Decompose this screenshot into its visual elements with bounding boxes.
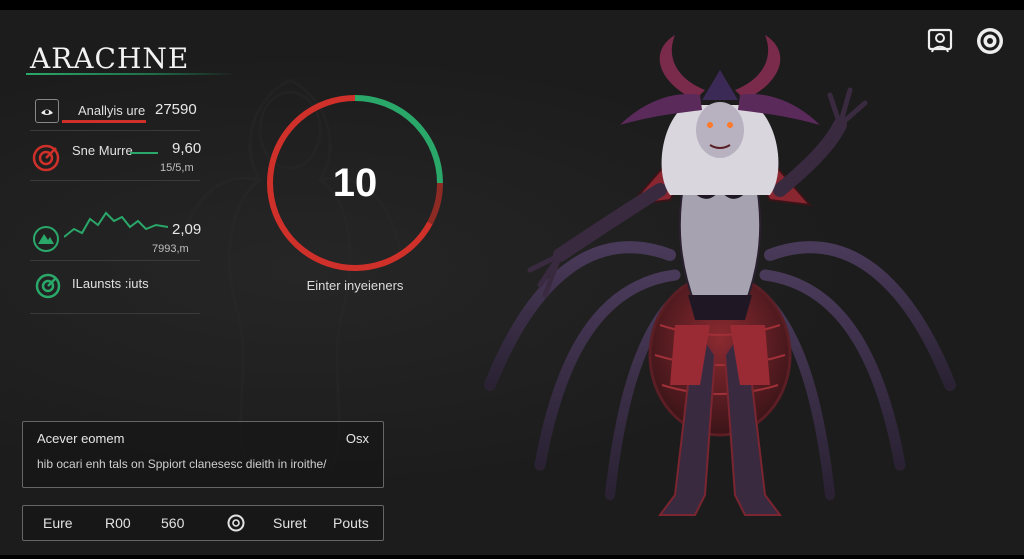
stat-label: Anallyis ure: [78, 103, 146, 118]
mountain-icon: [33, 226, 59, 252]
gauge-caption: Einter inyeieners: [306, 278, 404, 293]
top-letterbox: [0, 0, 1024, 10]
divider: [30, 260, 200, 261]
footer-item[interactable]: Suret: [273, 506, 306, 540]
description-title: Acever eomem: [37, 431, 125, 446]
stat-label: ILaunsts :iuts: [72, 276, 149, 291]
stat-label: Sne Murre: [72, 143, 133, 158]
character-name: ARACHNE: [30, 42, 190, 75]
stat-sub: 15/5,m: [160, 162, 194, 174]
footer-item[interactable]: Eure: [43, 506, 73, 540]
description-panel: Acever eomem Osx hib ocari enh tals on S…: [22, 421, 384, 488]
target-icon: [32, 144, 60, 172]
power-gauge: 10: [264, 92, 446, 274]
character-illustration: [484, 35, 956, 516]
ring-icon[interactable]: [227, 514, 245, 532]
stat-sub: 7993,m: [152, 243, 189, 255]
divider: [30, 180, 200, 181]
footer-item[interactable]: 560: [161, 506, 184, 540]
title-underline: [26, 73, 236, 75]
stat-value: 2,09: [172, 221, 202, 238]
eye-icon: [35, 99, 59, 123]
stat-value: 9,60: [172, 140, 202, 157]
divider: [30, 130, 200, 131]
description-body: hib ocari enh tals on Sppiort clanesesc …: [37, 457, 327, 471]
gauge-value: 10: [332, 161, 378, 205]
footer-bar: Eure R00 560 Suret Pouts: [22, 505, 384, 541]
divider: [30, 313, 200, 314]
stat-bar-red: [62, 120, 146, 123]
stat-bar-green: [130, 152, 158, 154]
stat-value: 27590: [155, 101, 197, 118]
sparkline: [64, 211, 168, 238]
footer-item[interactable]: R00: [105, 506, 131, 540]
description-extra: Osx: [345, 431, 369, 446]
target-icon: [35, 273, 61, 299]
footer-item[interactable]: Pouts: [333, 506, 369, 540]
target-icon[interactable]: [975, 26, 1005, 56]
bottom-letterbox: [0, 555, 1024, 559]
